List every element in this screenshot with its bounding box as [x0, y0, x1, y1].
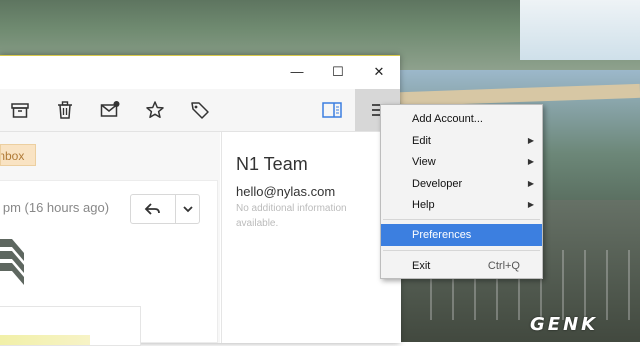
genk-watermark-logo: GENK — [530, 314, 599, 335]
submenu-arrow-icon: ▶ — [527, 200, 534, 209]
chevron-down-icon — [183, 206, 193, 213]
message-body-preview — [0, 306, 141, 346]
close-button[interactable]: ✕ — [371, 64, 387, 80]
message-card: 5 pm (16 hours ago) — [0, 180, 218, 346]
reply-button[interactable] — [131, 195, 175, 223]
menu-item-label: View — [412, 156, 436, 168]
menu-item-preferences[interactable]: Preferences — [381, 224, 542, 246]
star-icon[interactable] — [144, 99, 166, 121]
nylas-logo-icon — [0, 239, 24, 285]
title-bar: — ☐ ✕ — [0, 56, 400, 89]
menu-item-help[interactable]: Help ▶ — [381, 194, 542, 216]
contact-email[interactable]: hello@nylas.com — [236, 184, 335, 199]
mark-unread-icon[interactable] — [99, 99, 121, 121]
menu-item-exit[interactable]: Exit Ctrl+Q — [381, 255, 542, 277]
menu-item-label: Edit — [412, 135, 431, 147]
menu-accelerator: Ctrl+Q — [487, 260, 520, 272]
app-menu: Add Account... Edit ▶ View ▶ Developer ▶… — [380, 104, 543, 279]
reply-icon — [144, 203, 160, 215]
message-timestamp: 5 pm (16 hours ago) — [0, 200, 110, 215]
minimize-button[interactable]: — — [289, 64, 305, 80]
inbox-label-tag[interactable]: Inbox — [0, 144, 36, 166]
toolbar — [0, 89, 400, 132]
menu-item-label: Preferences — [412, 229, 472, 241]
reply-options-button[interactable] — [175, 195, 200, 223]
mail-window: — ☐ ✕ box 5 pm (16 hours ago) N1 Team he… — [0, 55, 401, 346]
menu-item-view[interactable]: View ▶ — [381, 151, 542, 173]
maximize-button[interactable]: ☐ — [330, 64, 346, 80]
message-pane: Inbox 5 pm (16 hours ago) — [0, 132, 220, 346]
menu-item-label: Add Account... — [412, 113, 483, 125]
menu-separator — [383, 219, 540, 220]
inbox-label-text: Inbox — [1, 149, 25, 163]
submenu-arrow-icon: ▶ — [527, 179, 534, 188]
trash-icon[interactable] — [54, 99, 76, 121]
archive-icon[interactable] — [9, 99, 31, 121]
contact-info-text: No additional information available. — [236, 203, 347, 229]
background-sky — [520, 0, 640, 60]
message-body-image — [0, 335, 90, 345]
menu-separator — [383, 250, 540, 251]
menu-item-label: Exit — [412, 260, 431, 272]
contact-name: N1 Team — [236, 154, 308, 174]
submenu-arrow-icon: ▶ — [527, 136, 534, 145]
contact-sidebar: N1 Team hello@nylas.com No additional in… — [221, 132, 401, 343]
menu-item-label: Help — [412, 199, 435, 211]
menu-item-add-account[interactable]: Add Account... — [381, 108, 542, 130]
sidebar-toggle-icon[interactable] — [321, 99, 343, 121]
background-beam — [399, 83, 640, 107]
tag-icon[interactable] — [189, 99, 211, 121]
menu-item-label: Developer — [412, 178, 463, 190]
menu-item-developer[interactable]: Developer ▶ — [381, 173, 542, 195]
submenu-arrow-icon: ▶ — [527, 157, 534, 166]
reply-button-group — [130, 194, 200, 224]
menu-item-edit[interactable]: Edit ▶ — [381, 130, 542, 152]
